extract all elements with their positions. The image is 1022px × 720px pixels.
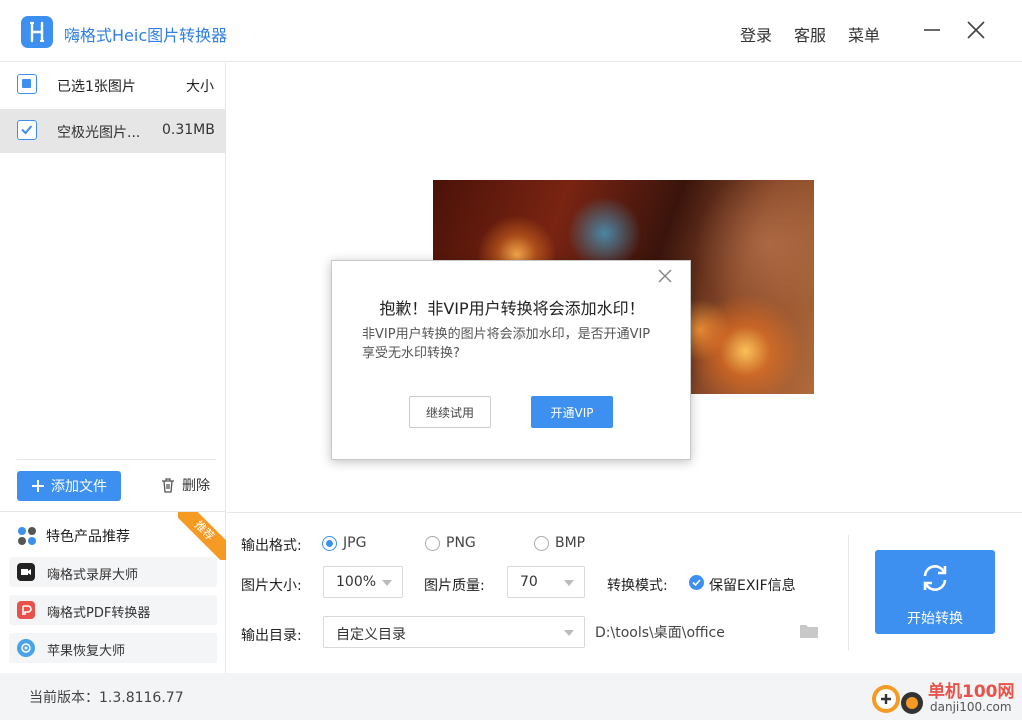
select-all-checkbox[interactable] (17, 74, 37, 94)
watermark-icon (872, 685, 923, 714)
image-size-value: 100% (336, 574, 377, 590)
recommend-title: 特色产品推荐 (46, 529, 130, 545)
continue-trial-button[interactable]: 继续试用 (409, 396, 491, 428)
watermark-text-cn: 单机100网 (928, 682, 1015, 702)
refresh-icon (923, 565, 947, 591)
recommend-item-screen-recorder[interactable]: 嗨格式录屏大师 (9, 557, 217, 587)
format-radio-jpg[interactable] (322, 536, 337, 551)
minimize-icon (924, 29, 940, 31)
file-list-item[interactable]: 空极光图片... 0.31MB (0, 109, 226, 153)
add-file-label: 添加文件 (51, 479, 107, 495)
start-convert-label: 开始转换 (907, 611, 963, 627)
watermark-logo: 单机100网 danji100.com (868, 675, 1018, 719)
output-dir-value: 自定义目录 (336, 627, 406, 643)
chevron-down-icon (564, 630, 574, 636)
menu-link[interactable]: 菜单 (848, 22, 880, 46)
chevron-down-icon (564, 580, 574, 586)
convert-mode-label: 转换模式: (607, 578, 668, 594)
recommend-item-apple-recovery[interactable]: 苹果恢复大师 (9, 633, 217, 663)
format-radio-png[interactable] (425, 536, 440, 551)
divider (848, 535, 849, 650)
image-quality-label: 图片质量: (424, 578, 485, 594)
screen-recorder-icon (17, 563, 35, 581)
dialog-close-button[interactable] (658, 269, 676, 287)
checkmark-icon (692, 579, 701, 587)
version-label: 当前版本：1.3.8116.77 (29, 690, 184, 706)
divider (17, 459, 216, 460)
recommend-section: 特色产品推荐 推荐 嗨格式录屏大师 嗨格式PDF转换器 苹果恢复大师 (0, 511, 226, 673)
format-radio-bmp[interactable] (534, 536, 549, 551)
size-column-header: 大小 (186, 79, 214, 95)
delete-button[interactable]: 删除 (160, 475, 210, 495)
recommend-badge: 推荐 (178, 512, 226, 560)
app-logo-icon (21, 16, 53, 48)
watermark-text-en: danji100.com (930, 700, 1012, 714)
format-option-bmp: BMP (555, 535, 586, 551)
recommend-item-label: 嗨格式录屏大师 (47, 568, 139, 583)
settings-panel: 输出格式: JPG PNG BMP 图片大小: 100% 图片质量: 70 转换… (227, 512, 1022, 673)
start-convert-button[interactable]: 开始转换 (875, 550, 995, 634)
apple-recovery-icon (17, 639, 35, 657)
file-size: 0.31MB (162, 122, 215, 138)
selected-count-label: 已选1张图片 (57, 79, 136, 95)
open-vip-button[interactable]: 开通VIP (531, 396, 613, 428)
file-checkbox[interactable] (17, 120, 37, 140)
format-option-png: PNG (446, 535, 476, 551)
trash-icon (162, 478, 174, 493)
apps-icon (18, 527, 36, 545)
output-path: D:\tools\桌面\office (595, 625, 725, 641)
close-icon (967, 21, 985, 39)
image-quality-select[interactable]: 70 (507, 566, 585, 598)
folder-icon[interactable] (799, 623, 819, 639)
dialog-message: 非VIP用户转换的图片将会添加水印，是否开通VIP享受无水印转换? (362, 327, 651, 361)
title-bar: 嗨格式Heic图片转换器 登录 客服 菜单 (0, 0, 1022, 62)
pdf-icon (17, 601, 35, 619)
image-quality-value: 70 (520, 574, 538, 590)
recommend-item-pdf-converter[interactable]: 嗨格式PDF转换器 (9, 595, 217, 625)
close-window-button[interactable] (960, 14, 992, 46)
output-dir-label: 输出目录: (241, 628, 302, 644)
file-list-panel: 已选1张图片 大小 空极光图片... 0.31MB 添加文件 删除 特色产品推荐… (0, 63, 226, 673)
login-link[interactable]: 登录 (740, 22, 772, 46)
exif-label: 保留EXIF信息 (709, 578, 796, 594)
file-name: 空极光图片... (57, 125, 141, 141)
close-icon (658, 269, 672, 283)
checkmark-icon (21, 125, 33, 135)
chevron-down-icon (382, 580, 392, 586)
add-file-button[interactable]: 添加文件 (17, 471, 121, 501)
output-format-label: 输出格式: (241, 538, 302, 554)
service-link[interactable]: 客服 (794, 22, 826, 46)
vip-watermark-dialog: 抱歉！非VIP用户转换将会添加水印！ 非VIP用户转换的图片将会添加水印，是否开… (331, 260, 691, 460)
exif-checkbox[interactable] (689, 575, 704, 590)
delete-label: 删除 (182, 478, 210, 494)
file-list-header: 已选1张图片 大小 (0, 63, 226, 107)
output-dir-select[interactable]: 自定义目录 (323, 616, 585, 648)
image-size-label: 图片大小: (241, 578, 302, 594)
app-title: 嗨格式Heic图片转换器 (64, 26, 228, 45)
status-bar: 当前版本：1.3.8116.77 单机100网 danji100.com (0, 673, 1022, 720)
plus-icon (32, 480, 44, 492)
image-size-select[interactable]: 100% (323, 566, 403, 598)
recommend-item-label: 嗨格式PDF转换器 (47, 606, 151, 621)
format-option-jpg: JPG (343, 535, 367, 551)
dialog-title: 抱歉！非VIP用户转换将会添加水印！ (379, 299, 645, 318)
minimize-button[interactable] (916, 14, 948, 46)
recommend-item-label: 苹果恢复大师 (47, 644, 126, 659)
